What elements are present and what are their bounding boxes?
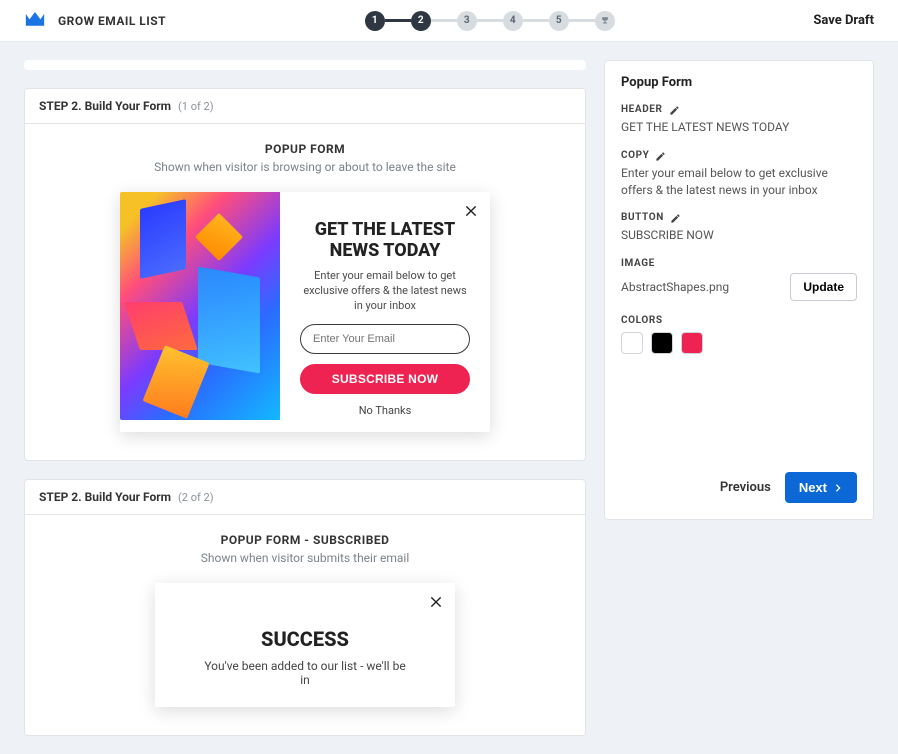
- field-label: COPY: [621, 150, 649, 161]
- image-filename: AbstractShapes.png: [621, 279, 729, 296]
- section-subtitle: Shown when visitor is browsing or about …: [55, 160, 555, 174]
- close-icon[interactable]: [423, 589, 449, 615]
- step-2[interactable]: 2: [411, 11, 431, 31]
- save-draft-button[interactable]: Save Draft: [813, 13, 874, 28]
- step-trophy[interactable]: [595, 11, 615, 31]
- card-meta: (2 of 2): [178, 491, 214, 504]
- success-popup-preview: SUCCESS You've been added to our list - …: [155, 583, 455, 707]
- step-1[interactable]: 1: [365, 11, 385, 31]
- section-title: POPUP FORM: [55, 142, 555, 156]
- section-title: POPUP FORM - SUBSCRIBED: [55, 533, 555, 547]
- field-label: HEADER: [621, 104, 663, 115]
- left-column: STEP 2. Build Your Form (1 of 2) POPUP F…: [24, 60, 586, 736]
- stepper: 1 2 3 4 5: [166, 11, 813, 31]
- success-headline: SUCCESS: [175, 627, 435, 651]
- section-subtitle: Shown when visitor submits their email: [55, 551, 555, 565]
- collapsed-card[interactable]: [24, 60, 586, 70]
- no-thanks-link[interactable]: No Thanks: [359, 404, 412, 417]
- field-value: GET THE LATEST NEWS TODAY: [621, 119, 857, 136]
- color-swatch[interactable]: [651, 332, 673, 354]
- card-header: STEP 2. Build Your Form (1 of 2): [25, 89, 585, 124]
- popup-copy: Enter your email below to get exclusive …: [300, 269, 470, 314]
- edit-icon[interactable]: [669, 104, 680, 115]
- email-input[interactable]: [300, 324, 470, 354]
- color-swatch[interactable]: [681, 332, 703, 354]
- popup-headline: GET THE LATEST NEWS TODAY: [296, 220, 474, 261]
- sidebar-footer: Previous Next: [621, 472, 857, 503]
- close-icon[interactable]: [458, 198, 484, 224]
- previous-button[interactable]: Previous: [720, 480, 771, 495]
- card-title: STEP 2. Build Your Form: [39, 490, 171, 504]
- field-header: HEADER GET THE LATEST NEWS TODAY: [621, 104, 857, 136]
- crown-icon: [24, 12, 46, 30]
- field-button: BUTTON SUBSCRIBE NOW: [621, 212, 857, 244]
- step-seg: [569, 19, 595, 22]
- topbar: GROW EMAIL LIST 1 2 3 4 5 Save Draft: [0, 0, 898, 42]
- card-header: STEP 2. Build Your Form (2 of 2): [25, 480, 585, 515]
- next-button[interactable]: Next: [785, 472, 857, 503]
- field-copy: COPY Enter your email below to get exclu…: [621, 150, 857, 199]
- step-seg: [385, 19, 411, 22]
- field-label: COLORS: [621, 315, 663, 326]
- field-label: BUTTON: [621, 212, 664, 223]
- subscribe-button[interactable]: SUBSCRIBE NOW: [300, 364, 470, 394]
- color-swatch[interactable]: [621, 332, 643, 354]
- field-value: Enter your email below to get exclusive …: [621, 165, 857, 199]
- page-body: STEP 2. Build Your Form (1 of 2) POPUP F…: [0, 42, 898, 754]
- step-3[interactable]: 3: [457, 11, 477, 31]
- field-colors: COLORS: [621, 315, 857, 354]
- field-value: SUBSCRIBE NOW: [621, 227, 857, 244]
- step-seg: [431, 19, 457, 22]
- field-label: IMAGE: [621, 258, 655, 269]
- popup-image: [120, 192, 280, 420]
- step-4[interactable]: 4: [503, 11, 523, 31]
- popup-preview: GET THE LATEST NEWS TODAY Enter your ema…: [120, 192, 490, 432]
- sidebar-panel: Popup Form HEADER GET THE LATEST NEWS TO…: [604, 60, 874, 520]
- edit-icon[interactable]: [670, 212, 681, 223]
- sidebar-title: Popup Form: [621, 75, 857, 90]
- success-copy: You've been added to our list - we'll be…: [200, 659, 410, 687]
- form-card-1: STEP 2. Build Your Form (1 of 2) POPUP F…: [24, 88, 586, 461]
- field-image: IMAGE AbstractShapes.png Update: [621, 258, 857, 301]
- next-label: Next: [799, 480, 827, 495]
- edit-icon[interactable]: [655, 150, 666, 161]
- card-meta: (1 of 2): [178, 100, 214, 113]
- card-title: STEP 2. Build Your Form: [39, 99, 171, 113]
- page-title: GROW EMAIL LIST: [58, 14, 166, 28]
- update-image-button[interactable]: Update: [790, 273, 857, 301]
- step-5[interactable]: 5: [549, 11, 569, 31]
- form-card-2: STEP 2. Build Your Form (2 of 2) POPUP F…: [24, 479, 586, 736]
- step-seg: [477, 19, 503, 22]
- right-column: Popup Form HEADER GET THE LATEST NEWS TO…: [604, 60, 874, 520]
- step-seg: [523, 19, 549, 22]
